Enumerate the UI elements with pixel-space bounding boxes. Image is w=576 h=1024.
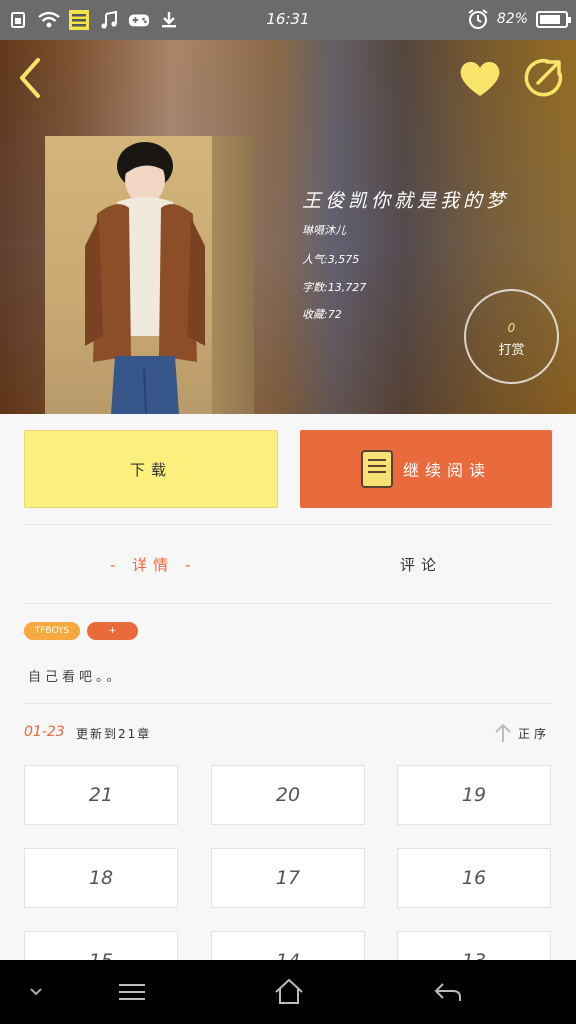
collapse-icon [30, 988, 42, 996]
chapter-button[interactable]: 16 [397, 848, 551, 908]
chapter-button[interactable]: 20 [211, 765, 365, 825]
book-word-count: 字数:13,727 [302, 281, 367, 294]
divider [24, 524, 552, 525]
battery-icon [536, 10, 571, 28]
favorite-button[interactable] [458, 58, 502, 102]
arrow-up-icon [495, 723, 511, 742]
status-bar: 16:31 82% [0, 0, 576, 40]
book-author: 琳嗫沐儿 [302, 224, 346, 237]
menu-icon [119, 984, 145, 1000]
book-popularity: 人气:3,575 [302, 253, 360, 266]
system-nav-bar [0, 960, 576, 1024]
tab-comment[interactable]: 评论 [400, 554, 442, 575]
share-button[interactable] [524, 58, 566, 100]
update-text: 更新到21章 [76, 727, 152, 741]
chapter-button[interactable]: 18 [24, 848, 178, 908]
back-nav-icon [434, 983, 461, 1001]
heart-icon [460, 61, 500, 96]
alarm-icon [467, 8, 489, 30]
battery-level-fill [540, 14, 560, 24]
divider [24, 603, 552, 604]
battery-percent: 82% [496, 11, 528, 27]
chapter-button[interactable]: 17 [211, 848, 365, 908]
continue-reading-button[interactable]: 继续阅读 [300, 430, 552, 508]
menu-button[interactable] [114, 974, 150, 1010]
reward-count: 0 [507, 321, 516, 335]
book-summary: 自己看吧。。 [28, 670, 124, 685]
reward-button[interactable]: 0 打赏 [464, 289, 559, 384]
continue-reading-label: 继续阅读 [402, 461, 491, 480]
reward-label: 打赏 [498, 343, 525, 358]
sort-order-label: 正序 [518, 726, 551, 741]
update-date: 01-23 [24, 724, 65, 740]
divider [24, 703, 552, 704]
tag-tfboys[interactable]: TFBOYS [24, 622, 80, 640]
book-favorites: 收藏:72 [302, 308, 342, 321]
share-icon [524, 58, 563, 97]
status-icons-right: 82% [467, 8, 571, 30]
add-tag-button[interactable]: + [87, 622, 138, 640]
book-cover [45, 136, 254, 414]
sort-order-button[interactable]: 正序 [494, 720, 550, 746]
home-button[interactable] [271, 974, 307, 1010]
chapter-button[interactable]: 19 [397, 765, 551, 825]
home-icon [275, 978, 303, 1004]
back-icon [20, 58, 40, 98]
book-title: 王俊凯你就是我的梦 [302, 190, 510, 212]
book-icon [360, 450, 393, 488]
back-button[interactable] [14, 56, 50, 100]
tab-detail[interactable]: - 详情 - [110, 554, 196, 575]
collapse-button[interactable] [18, 974, 54, 1010]
download-button[interactable]: 下载 [24, 430, 278, 508]
back-nav-button[interactable] [430, 974, 466, 1010]
cover-photo [85, 142, 205, 414]
chapter-button[interactable]: 21 [24, 765, 178, 825]
